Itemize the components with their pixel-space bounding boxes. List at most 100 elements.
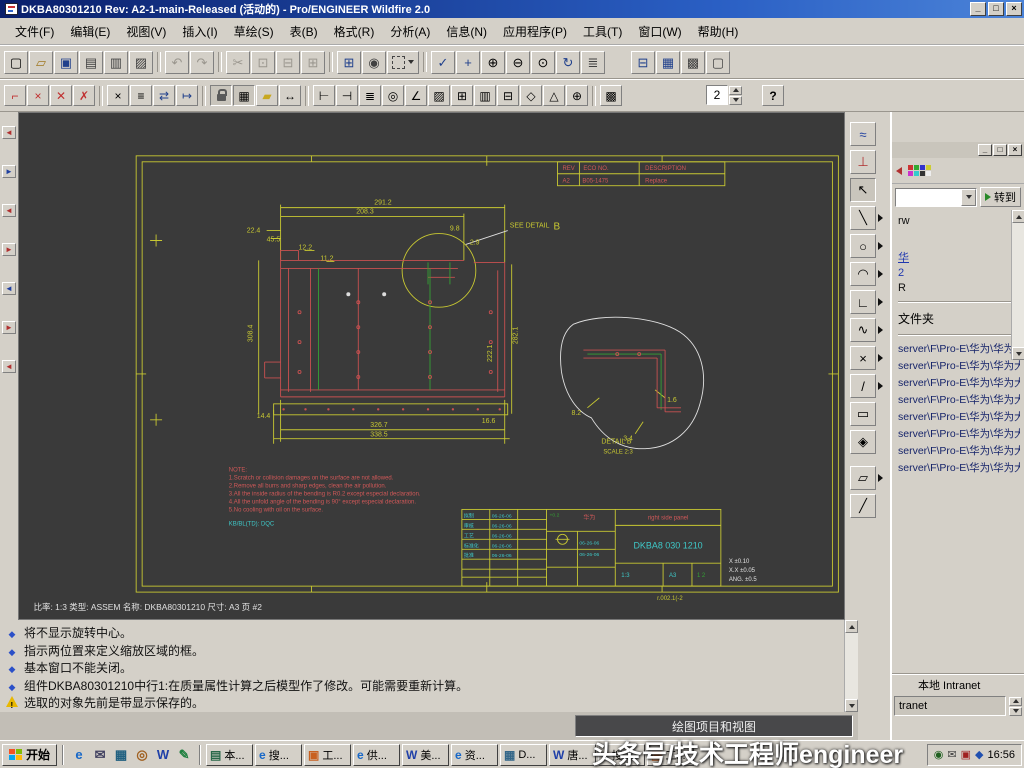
file-list-item[interactable]: server\F\Pro-E\华为\华为大: [898, 443, 1020, 460]
flyout-arrow-icon[interactable]: [876, 474, 885, 482]
flyout-arrow-icon[interactable]: [876, 354, 885, 362]
lock-view-icon[interactable]: [210, 85, 232, 106]
window-icon[interactable]: ▢: [706, 51, 730, 74]
toolbar-button[interactable]: [592, 86, 596, 106]
browser-maximize-button[interactable]: □: [993, 144, 1007, 156]
plot-icon[interactable]: ▨: [129, 51, 153, 74]
cut-icon[interactable]: ✂: [226, 51, 250, 74]
tool-button[interactable]: ⊥: [850, 150, 876, 174]
dim-baseline-icon[interactable]: ⊣: [336, 85, 358, 106]
toolbar-button[interactable]: [218, 52, 222, 72]
browser-minimize-button[interactable]: _: [978, 144, 992, 156]
volume-icon[interactable]: ◉: [934, 748, 944, 761]
menu-item[interactable]: 信息(N): [439, 21, 494, 42]
pan-arrow-icon[interactable]: ◄: [2, 204, 16, 217]
file-list-item[interactable]: server\F\Pro-E\华为\华为大: [898, 375, 1020, 392]
task-button[interactable]: e 资...: [451, 744, 498, 766]
tool-button[interactable]: ↖: [850, 178, 876, 202]
undo-icon[interactable]: ↶: [165, 51, 189, 74]
zoom-in-icon[interactable]: ⊕: [481, 51, 505, 74]
antivirus-icon[interactable]: ▣: [961, 748, 971, 761]
model-tree-icon[interactable]: ⊟: [631, 51, 655, 74]
toolbar-button[interactable]: [305, 86, 309, 106]
network-icon[interactable]: ◆: [975, 748, 983, 761]
tool-button[interactable]: ▭: [850, 402, 876, 426]
print-preview-icon[interactable]: ▥: [104, 51, 128, 74]
sketch-point-icon[interactable]: ×: [27, 85, 49, 106]
surface-finish-icon[interactable]: △: [543, 85, 565, 106]
task-button[interactable]: W 唐...: [549, 744, 596, 766]
page-link[interactable]: 华: [898, 251, 1020, 266]
update-tables-icon[interactable]: ⊞: [337, 51, 361, 74]
copy-icon[interactable]: ⊡: [251, 51, 275, 74]
sketch-axis-icon[interactable]: ✗: [73, 85, 95, 106]
file-list-item[interactable]: server\F\Pro-E\华为\华为大: [898, 358, 1020, 375]
file-list-item[interactable]: server\F\Pro-E\华为\华为大: [898, 341, 1020, 358]
scroll-up-icon[interactable]: [845, 620, 858, 633]
tool-button[interactable]: ∟: [850, 290, 876, 314]
toolbar-button[interactable]: [157, 52, 161, 72]
toolbar-button[interactable]: [329, 52, 333, 72]
start-button[interactable]: 开始: [2, 744, 57, 766]
hatch-icon[interactable]: ▨: [428, 85, 450, 106]
task-button[interactable]: ▦ D...: [500, 744, 547, 766]
maximize-button[interactable]: □: [988, 2, 1004, 16]
toolbar-button[interactable]: [202, 86, 206, 106]
move-item-icon[interactable]: ↦: [176, 85, 198, 106]
scroll-down-icon[interactable]: [1009, 707, 1022, 716]
view-manager-icon[interactable]: ▩: [681, 51, 705, 74]
pan-arrow-icon[interactable]: ◄: [2, 360, 16, 373]
show-desktop-icon[interactable]: ▦: [111, 744, 131, 766]
menu-item[interactable]: 插入(I): [175, 21, 224, 42]
flyout-arrow-icon[interactable]: [876, 326, 885, 334]
collapse-panel-icon[interactable]: [896, 167, 902, 175]
note-icon[interactable]: ≣: [359, 85, 381, 106]
drawing-canvas[interactable]: REV ECO NO. DESCRIPTION A2 B05-1475 Repl…: [18, 112, 845, 620]
tool-button[interactable]: ≈: [850, 122, 876, 146]
flyout-arrow-icon[interactable]: [876, 298, 885, 306]
selection-filter-dropdown[interactable]: [387, 51, 419, 74]
mini-scrollbar[interactable]: [1009, 697, 1022, 716]
search-icon[interactable]: ◉: [362, 51, 386, 74]
media-icon[interactable]: ◎: [132, 744, 152, 766]
pan-arrow-icon[interactable]: ►: [2, 321, 16, 334]
paste-special-icon[interactable]: ⊞: [301, 51, 325, 74]
pan-arrow-icon[interactable]: ►: [2, 165, 16, 178]
word-icon[interactable]: W: [153, 744, 173, 766]
redo-icon[interactable]: ↷: [190, 51, 214, 74]
pan-arrow-icon[interactable]: ◄: [2, 282, 16, 295]
browser-close-button[interactable]: ×: [1008, 144, 1022, 156]
address-input[interactable]: [896, 189, 961, 206]
task-button[interactable]: e 搜...: [255, 744, 302, 766]
tool-button[interactable]: ╱: [850, 494, 876, 518]
file-list-item[interactable]: server\F\Pro-E\华为\华为大: [898, 426, 1020, 443]
color-palette-icon[interactable]: [908, 165, 931, 176]
tool-button[interactable]: ○: [850, 234, 876, 258]
task-button[interactable]: W 美...: [402, 744, 449, 766]
scroll-up-icon[interactable]: [1012, 210, 1024, 223]
toolbar-button[interactable]: [99, 86, 103, 106]
flyout-arrow-icon[interactable]: [876, 242, 885, 250]
message-scrollbar[interactable]: [844, 620, 858, 712]
go-button[interactable]: 转到: [980, 187, 1021, 207]
file-list-item[interactable]: server\F\Pro-E\华为\华为大: [898, 409, 1020, 426]
angle-dim-icon[interactable]: ∠: [405, 85, 427, 106]
new-icon[interactable]: ▢: [4, 51, 28, 74]
scroll-down-icon[interactable]: [1012, 347, 1024, 360]
menu-item[interactable]: 应用程序(P): [496, 21, 574, 42]
minimize-button[interactable]: _: [970, 2, 986, 16]
flyout-arrow-icon[interactable]: [876, 270, 885, 278]
merge-cells-icon[interactable]: ⊟: [497, 85, 519, 106]
sketch-cross-icon[interactable]: ✕: [50, 85, 72, 106]
sheet-number-value[interactable]: 2: [706, 85, 728, 105]
layers-icon[interactable]: ≣: [581, 51, 605, 74]
menu-item[interactable]: 工具(T): [576, 21, 629, 42]
tool-button[interactable]: ╲: [850, 206, 876, 230]
item-list-icon[interactable]: ≡: [130, 85, 152, 106]
menu-item[interactable]: 帮助(H): [691, 21, 746, 42]
tool-button[interactable]: ∿: [850, 318, 876, 342]
snap-grid-icon[interactable]: ▦: [233, 85, 255, 106]
zoom-out-icon[interactable]: ⊖: [506, 51, 530, 74]
menu-item[interactable]: 视图(V): [119, 21, 173, 42]
open-icon[interactable]: ▱: [29, 51, 53, 74]
